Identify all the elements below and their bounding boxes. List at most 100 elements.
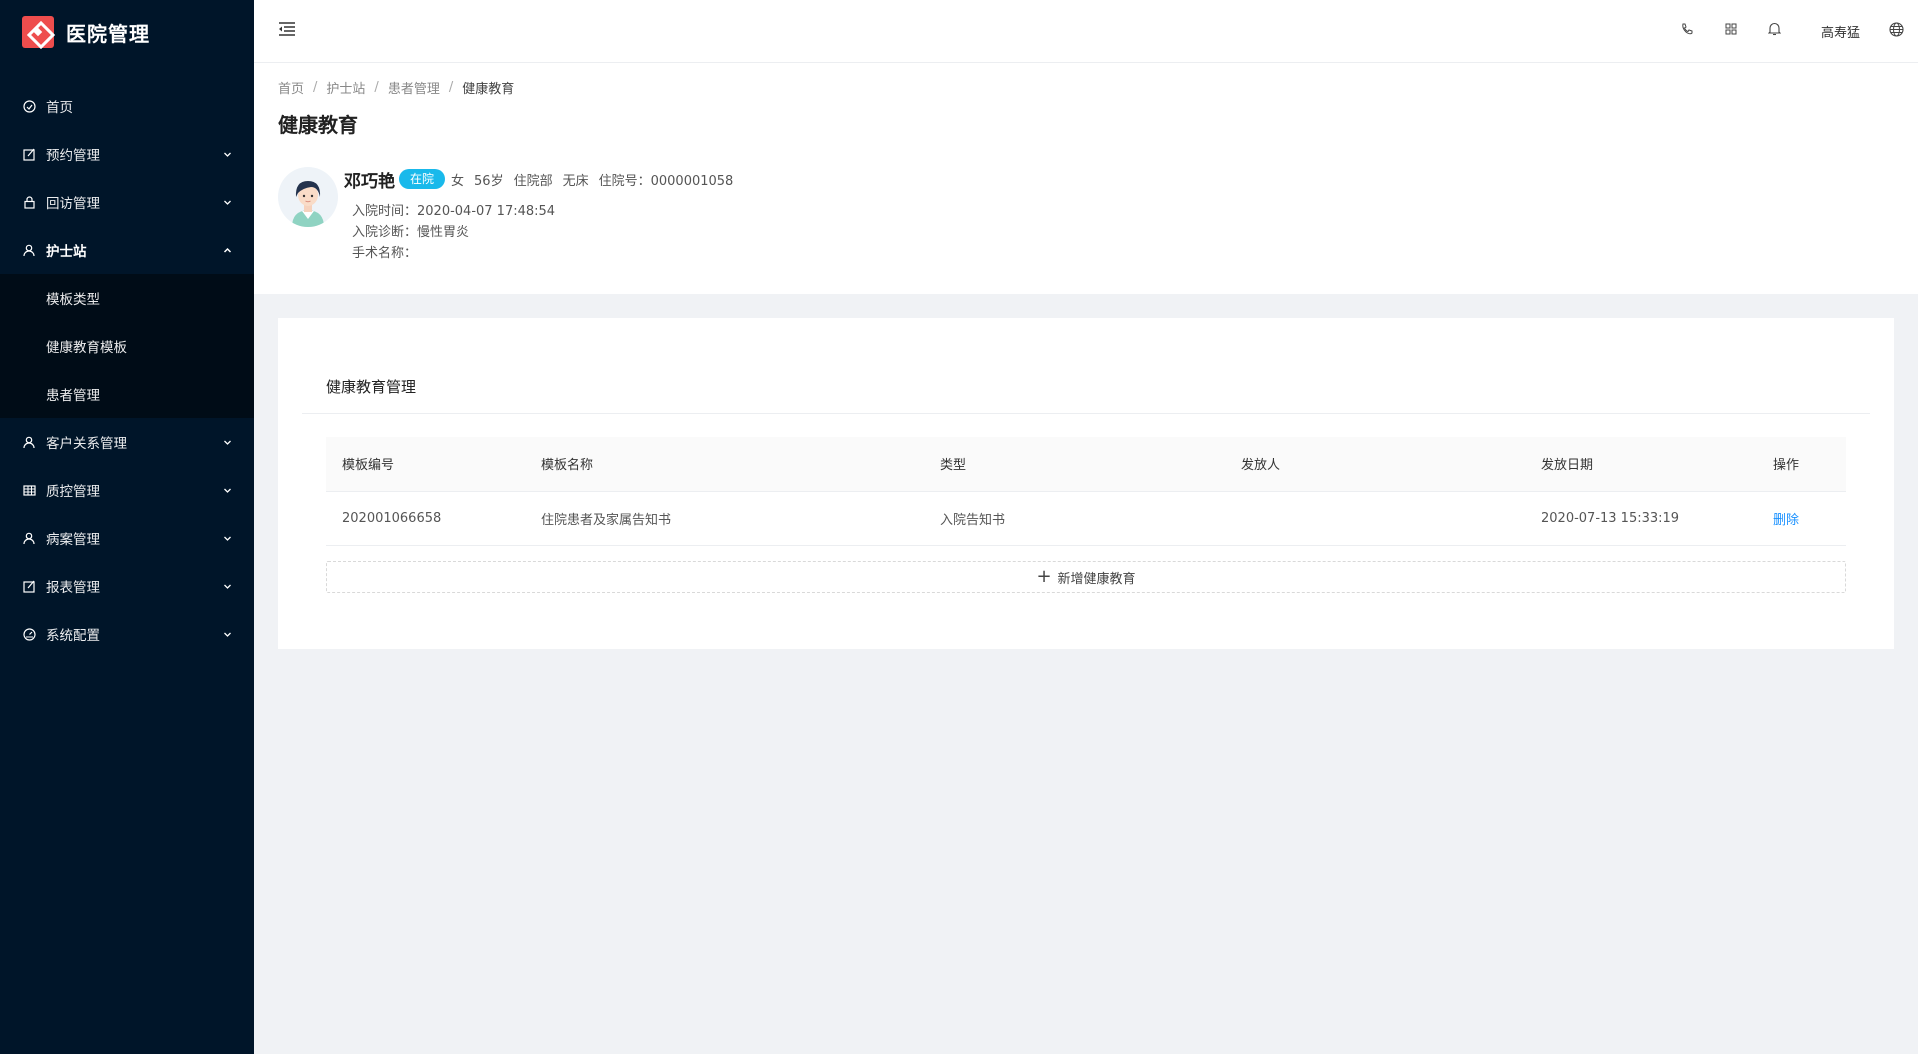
- health-education-card: 健康教育管理 模板编号 模板名称 类型 发放人 发放日期 操作 20200106…: [278, 318, 1894, 649]
- template-id-cell: 202001066658: [326, 491, 525, 546]
- page-header: 首页 / 护士站 / 患者管理 / 健康教育 健康教育 邓巧艳 在院 女 56岁…: [254, 63, 1918, 294]
- template-name-cell: 住院患者及家属告知书: [525, 491, 924, 546]
- user-icon: [22, 243, 36, 257]
- column-header: 模板名称: [525, 437, 924, 492]
- patient-bed: 无床: [562, 173, 589, 189]
- form-icon: [22, 579, 36, 593]
- table-header-row: 模板编号 模板名称 类型 发放人 发放日期 操作: [326, 437, 1846, 492]
- page-title: 健康教育: [278, 113, 358, 137]
- sidebar-item-label: 模板类型: [46, 292, 100, 308]
- side-menu: 首页 预约管理 回访管理 护士站 模板类型 健康教育模板 患者管理 客户关系管理…: [0, 82, 254, 658]
- notifications-button[interactable]: [1753, 0, 1797, 63]
- sidebar-item-label: 病案管理: [46, 532, 100, 548]
- breadcrumb: 首页 / 护士站 / 患者管理 / 健康教育: [278, 77, 1894, 97]
- health-education-table: 模板编号 模板名称 类型 发放人 发放日期 操作 202001066658 住院…: [326, 437, 1846, 546]
- breadcrumb-patient-management[interactable]: 患者管理: [388, 78, 440, 97]
- patient-name: 邓巧艳: [344, 171, 395, 192]
- sidebar-item-template-types[interactable]: 模板类型: [0, 274, 254, 322]
- lock-icon: [22, 195, 36, 209]
- app-logo[interactable]: 医院管理: [0, 0, 254, 64]
- column-header: 类型: [924, 437, 1225, 492]
- add-health-education-button[interactable]: + 新增健康教育: [326, 561, 1846, 593]
- sidebar-item-label: 首页: [46, 100, 73, 116]
- patient-gender: 女: [451, 173, 465, 189]
- sidebar-item-medical-records[interactable]: 病案管理: [0, 514, 254, 562]
- chevron-down-icon: [222, 197, 232, 207]
- app-title: 医院管理: [66, 21, 150, 46]
- hospital-logo-icon: [22, 16, 54, 48]
- divider: [302, 413, 1870, 414]
- sidebar-item-label: 客户关系管理: [46, 436, 127, 452]
- breadcrumb-current: 健康教育: [462, 81, 515, 97]
- delete-link[interactable]: 删除: [1773, 513, 1799, 528]
- setting-icon: [22, 627, 36, 641]
- sidebar-item-health-edu-templates[interactable]: 健康教育模板: [0, 322, 254, 370]
- globe-icon: [1888, 21, 1904, 41]
- form-icon: [22, 147, 36, 161]
- surgery-name: 手术名称：: [352, 246, 418, 261]
- sidebar-item-label: 患者管理: [46, 388, 100, 404]
- patient-meta: 女 56岁 住院部 无床 住院号：0000001058: [451, 170, 743, 189]
- sidebar-item-label: 报表管理: [46, 580, 100, 596]
- breadcrumb-home[interactable]: 首页: [278, 78, 304, 97]
- sidebar: 医院管理 首页 预约管理 回访管理 护士站 模板类型 健康教育模板 患者管理 客…: [0, 0, 254, 1054]
- nurse-station-submenu: 模板类型 健康教育模板 患者管理: [0, 274, 254, 418]
- patient-admission-no: 住院号：0000001058: [598, 173, 734, 189]
- issue-date-cell: 2020-07-13 15:33:19: [1525, 491, 1757, 546]
- chevron-down-icon: [222, 149, 232, 159]
- sidebar-item-label: 质控管理: [46, 484, 100, 500]
- sidebar-item-patient-management[interactable]: 患者管理: [0, 370, 254, 418]
- status-badge: 在院: [399, 169, 446, 189]
- dashboard-icon: [22, 99, 36, 113]
- sidebar-item-label: 系统配置: [46, 628, 100, 644]
- top-header: 高寿猛: [254, 0, 1918, 63]
- chevron-down-icon: [222, 581, 232, 591]
- column-header: 模板编号: [326, 437, 525, 492]
- sidebar-item-crm[interactable]: 客户关系管理: [0, 418, 254, 466]
- sidebar-item-label: 回访管理: [46, 196, 100, 212]
- card-title: 健康教育管理: [326, 378, 417, 396]
- breadcrumb-separator: /: [313, 79, 318, 95]
- patient-details: 入院时间：2020-04-07 17:48:54 入院诊断：慢性胃炎 手术名称：: [352, 201, 743, 264]
- patient-department: 住院部: [513, 173, 553, 189]
- user-icon: [22, 531, 36, 545]
- chevron-up-icon: [222, 245, 232, 255]
- team-icon: [22, 435, 36, 449]
- breadcrumb-nurse-station[interactable]: 护士站: [326, 78, 365, 97]
- sidebar-item-nurse-station[interactable]: 护士站: [0, 226, 254, 274]
- user-name[interactable]: 高寿猛: [1821, 22, 1860, 41]
- plus-icon: +: [1036, 566, 1052, 587]
- phone-icon: [1681, 23, 1693, 39]
- language-button[interactable]: [1874, 0, 1918, 63]
- sidebar-item-label: 预约管理: [46, 148, 100, 164]
- column-header: 操作: [1757, 437, 1846, 492]
- column-header: 发放人: [1225, 437, 1525, 492]
- sidebar-item-system-config[interactable]: 系统配置: [0, 610, 254, 658]
- chevron-down-icon: [222, 485, 232, 495]
- phone-button[interactable]: [1665, 0, 1709, 63]
- patient-info: 邓巧艳 在院 女 56岁 住院部 无床 住院号：0000001058 入院时间：…: [278, 167, 1894, 277]
- column-header: 发放日期: [1525, 437, 1757, 492]
- issuer-cell: [1225, 491, 1525, 546]
- sidebar-item-quality-control[interactable]: 质控管理: [0, 466, 254, 514]
- add-button-label: 新增健康教育: [1057, 571, 1136, 587]
- sidebar-item-reports[interactable]: 报表管理: [0, 562, 254, 610]
- sidebar-item-label: 护士站: [46, 244, 87, 260]
- patient-age: 56岁: [474, 173, 504, 189]
- apps-button[interactable]: [1709, 0, 1753, 63]
- apps-icon: [1725, 23, 1737, 39]
- sidebar-item-home[interactable]: 首页: [0, 82, 254, 130]
- sidebar-item-label: 健康教育模板: [46, 340, 127, 356]
- menu-fold-icon[interactable]: [278, 21, 296, 41]
- breadcrumb-separator: /: [448, 79, 454, 95]
- admission-diagnosis: 入院诊断：慢性胃炎: [352, 225, 470, 240]
- type-cell: 入院告知书: [924, 491, 1225, 546]
- sidebar-item-appointments[interactable]: 预约管理: [0, 130, 254, 178]
- bell-icon: [1768, 22, 1782, 40]
- chevron-down-icon: [222, 437, 232, 447]
- chevron-down-icon: [222, 533, 232, 543]
- sidebar-item-followup[interactable]: 回访管理: [0, 178, 254, 226]
- chevron-down-icon: [222, 629, 232, 639]
- patient-avatar: [278, 167, 338, 227]
- admission-time: 入院时间：2020-04-07 17:48:54: [352, 204, 556, 219]
